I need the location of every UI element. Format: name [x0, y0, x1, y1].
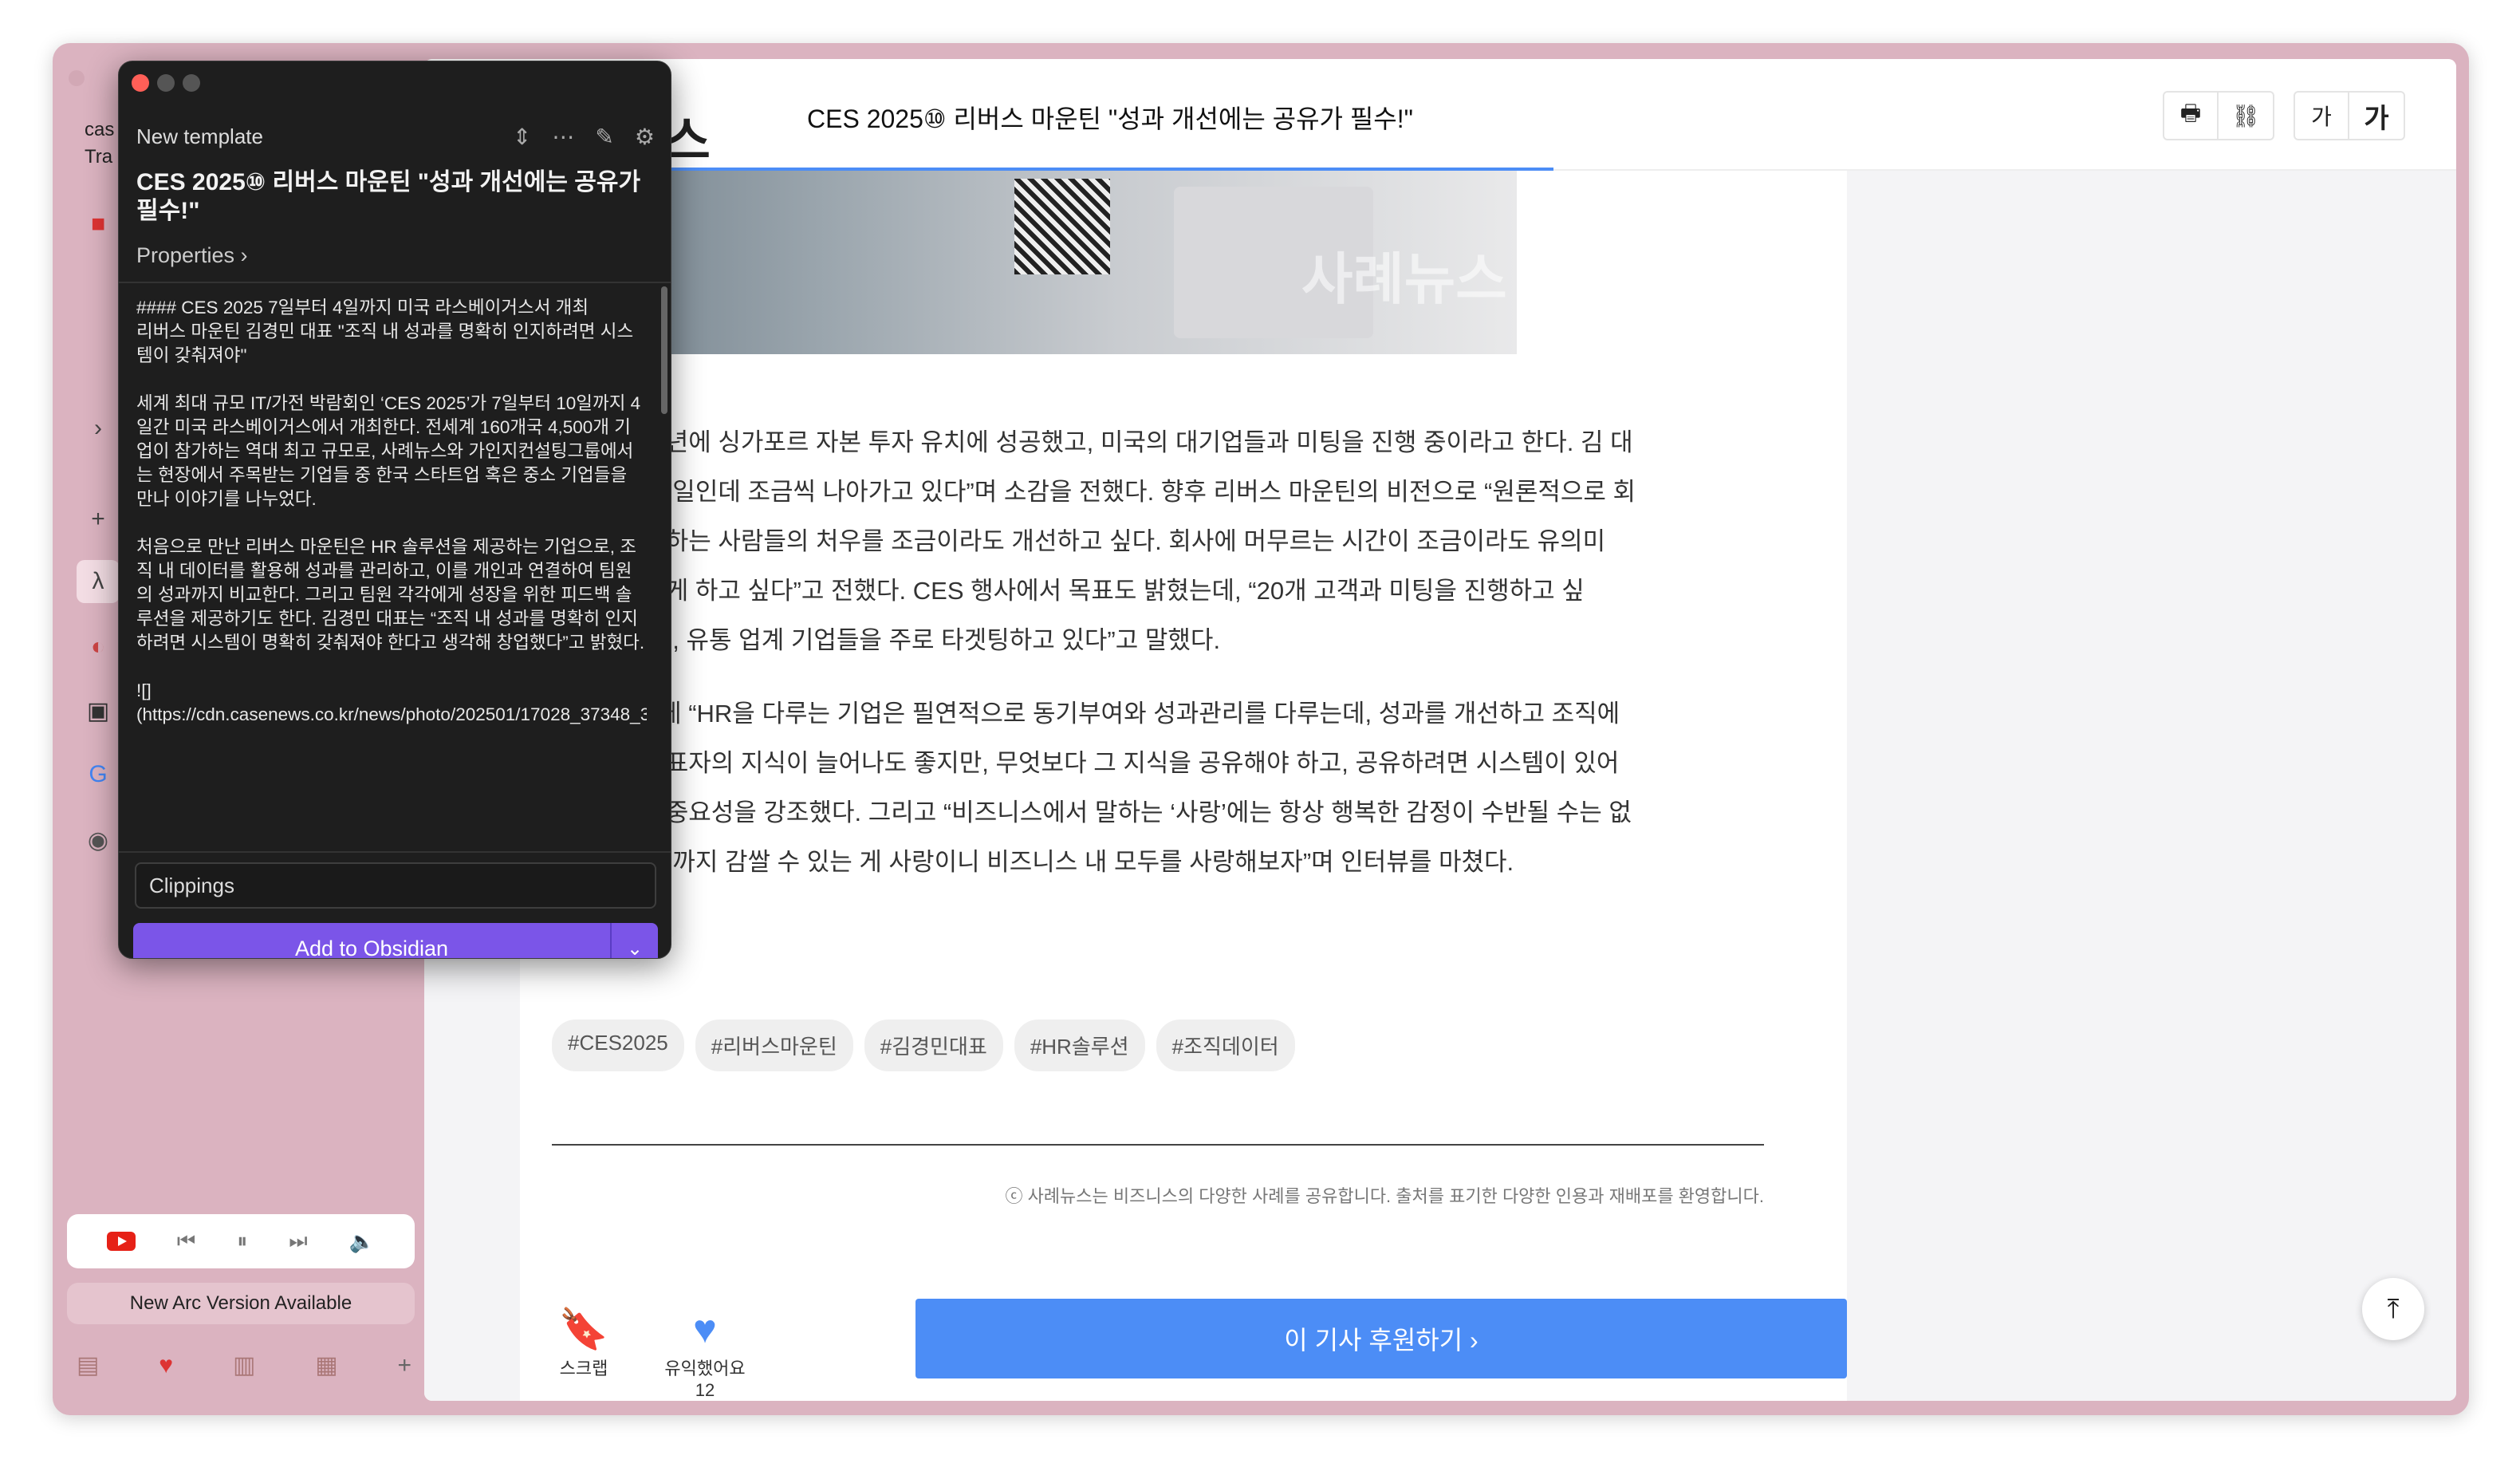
plus-icon[interactable]: +	[77, 498, 120, 541]
tag-list: #CES2025 #리버스마운틴 #김경민대표 #HR솔루션 #조직데이터	[552, 1020, 1295, 1071]
chevron-down-icon[interactable]: ⌄	[610, 923, 658, 958]
text-line: 지 않은 것까지 감쌀 수 있는 게 사랑이니 비즈니스 내 모두를 사랑해보자…	[568, 848, 1514, 876]
popup-titlebar	[119, 61, 671, 101]
paragraph: 향으로 작년에 싱가포르 자본 투자 유치에 성공했고, 미국의 대기업들과 미…	[568, 418, 1764, 665]
obsidian-clipper-popup: New template ⇕ ⋯ ✎ ⚙ CES 2025⑩ 리버스 마운틴 "…	[118, 61, 671, 959]
sidebar-peek-line: cas	[85, 119, 115, 140]
article-body: 사례뉴스 향으로 작년에 싱가포르 자본 투자 유치에 성공했고, 미국의 대기…	[520, 171, 1847, 1401]
media-player: ⏮ ⏸ ⏭ 🔈	[67, 1214, 415, 1268]
scroll-to-top-icon[interactable]: ⤒	[2362, 1278, 2424, 1340]
divider	[552, 1144, 1764, 1146]
heart-icon[interactable]: ♥	[159, 1352, 173, 1379]
text-line: 도 못했던 일인데 조금씩 나아가고 있다”며 소감을 전했다. 향후 리버스 …	[568, 478, 1636, 506]
like-label: 유익했어요	[664, 1359, 746, 1378]
print-icon[interactable]: 🖶	[2164, 93, 2219, 139]
font-larger-button[interactable]: 가	[2349, 93, 2404, 139]
support-article-button[interactable]: 이 기사 후원하기 ›	[915, 1299, 1847, 1378]
share-tools: 🖶 ⛓	[2163, 91, 2274, 140]
archive-icon[interactable]: ▤	[77, 1351, 99, 1379]
pinned-tab-icon[interactable]: λ	[77, 560, 120, 603]
favorite-tab-icon[interactable]: ■	[77, 203, 120, 246]
font-size-tools: 가 가	[2294, 91, 2405, 140]
book-icon[interactable]: ▦	[315, 1351, 337, 1379]
page-right-gutter	[1847, 171, 2456, 1401]
pinned-tab-icon[interactable]: ◐	[77, 625, 120, 669]
github-icon[interactable]: ◉	[77, 818, 120, 862]
like-count: 12	[695, 1380, 715, 1400]
tag[interactable]: #CES2025	[552, 1020, 684, 1071]
template-select[interactable]: New template	[136, 124, 492, 149]
pinned-tab-icon[interactable]: ▣	[77, 689, 120, 732]
zoom-icon[interactable]	[183, 74, 200, 92]
previous-track-icon[interactable]: ⏮	[177, 1229, 195, 1254]
article-header: 스 CES 2025⑩ 리버스 마운틴 "성과 개선에는 공유가 필수!" 🖶 …	[424, 59, 2456, 172]
add-to-obsidian-button[interactable]: Add to Obsidian ⌄	[133, 923, 658, 959]
text-line: 제조, 물류, 유통 업계 기업들을 주로 타겟팅하고 있다”고 말했다.	[568, 626, 1221, 654]
text-line: 시스템의 중요성을 강조했다. 그리고 “비즈니스에서 말하는 ‘사랑’에는 항…	[568, 799, 1632, 826]
scrap-button[interactable]: 🔖 스크랩	[544, 1303, 624, 1380]
copyright-notice: ⓒ 사례뉴스는 비즈니스의 다양한 사례를 공유합니다. 출처를 표기한 다양한…	[1005, 1186, 1764, 1206]
scrap-label: 스크랩	[559, 1359, 608, 1378]
photo-watermark: 사례뉴스	[1301, 248, 1507, 310]
library-icon[interactable]: ▥	[233, 1351, 255, 1379]
text-line: 도록 만들게 하고 싶다”고 전했다. CES 행사에서 목표도 밝혔는데, “…	[568, 577, 1585, 605]
page-title: CES 2025⑩ 리버스 마운틴 "성과 개선에는 공유가 필수!"	[807, 105, 1413, 133]
divider	[119, 851, 671, 853]
volume-icon[interactable]: 🔈	[349, 1229, 375, 1254]
folder-field[interactable]: Clippings	[135, 862, 656, 909]
update-banner[interactable]: New Arc Version Available	[67, 1283, 415, 1324]
properties-toggle[interactable]: Properties ›	[136, 243, 248, 268]
bookmark-icon: 🔖	[558, 1307, 609, 1351]
highlighter-icon[interactable]: ✎	[595, 124, 613, 150]
font-smaller-button[interactable]: 가	[2295, 93, 2349, 139]
gear-icon[interactable]: ⚙	[635, 124, 655, 150]
pause-icon[interactable]: ⏸	[237, 1229, 247, 1254]
divider	[119, 282, 671, 283]
tag[interactable]: #조직데이터	[1156, 1020, 1295, 1071]
new-tab-icon[interactable]: +	[397, 1352, 411, 1379]
tag[interactable]: #HR솔루션	[1014, 1020, 1145, 1071]
link-icon[interactable]: ⛓	[2219, 93, 2273, 139]
text-line: 하려면 대표자의 지식이 늘어나도 좋지만, 무엇보다 그 지식을 공유해야 하…	[568, 749, 1620, 777]
note-content-area[interactable]: #### CES 2025 7일부터 4일까지 미국 라스베이거스서 개최 리버…	[136, 296, 647, 838]
close-icon[interactable]	[132, 74, 149, 92]
google-icon[interactable]: G	[77, 753, 120, 796]
like-button[interactable]: ♥ 유익했어요 12	[657, 1303, 753, 1401]
web-content: 스 CES 2025⑩ 리버스 마운틴 "성과 개선에는 공유가 필수!" 🖶 …	[424, 59, 2456, 1401]
sidebar-bottom-bar: ▤ ♥ ▥ ▦ +	[77, 1351, 411, 1379]
text-line: 독자들에게 “HR을 다루는 기업은 필연적으로 동기부여와 성과관리를 다루는…	[568, 700, 1620, 728]
sidebar-peek-text: cas Tra	[85, 116, 114, 171]
sidebar-peek-line: Tra	[85, 146, 113, 168]
chevron-right-icon[interactable]: ›	[77, 407, 120, 450]
scrollbar[interactable]	[661, 286, 667, 414]
template-bar: New template ⇕ ⋯ ✎ ⚙	[136, 124, 655, 150]
more-icon[interactable]: ⋯	[552, 124, 574, 150]
note-title-field[interactable]: CES 2025⑩ 리버스 마운틴 "성과 개선에는 공유가 필수!"	[136, 168, 655, 226]
text-line: 하다고 말하는 사람들의 처우를 조금이라도 개선하고 싶다. 회사에 머무르는…	[568, 527, 1606, 555]
qr-code-image	[1014, 179, 1110, 274]
tag[interactable]: #김경민대표	[864, 1020, 1003, 1071]
chevron-updown-icon[interactable]: ⇕	[513, 124, 531, 150]
paragraph: 독자들에게 “HR을 다루는 기업은 필연적으로 동기부여와 성과관리를 다루는…	[568, 689, 1764, 887]
window-close-control[interactable]	[69, 70, 85, 86]
tag[interactable]: #리버스마운틴	[695, 1020, 853, 1071]
next-track-icon[interactable]: ⏭	[289, 1229, 307, 1254]
youtube-icon[interactable]	[106, 1232, 136, 1251]
heart-icon: ♥	[693, 1307, 717, 1351]
add-button-label: Add to Obsidian	[294, 936, 449, 959]
text-line: 향으로 작년에 싱가포르 자본 투자 유치에 성공했고, 미국의 대기업들과 미…	[568, 428, 1633, 456]
minimize-icon[interactable]	[157, 74, 175, 92]
